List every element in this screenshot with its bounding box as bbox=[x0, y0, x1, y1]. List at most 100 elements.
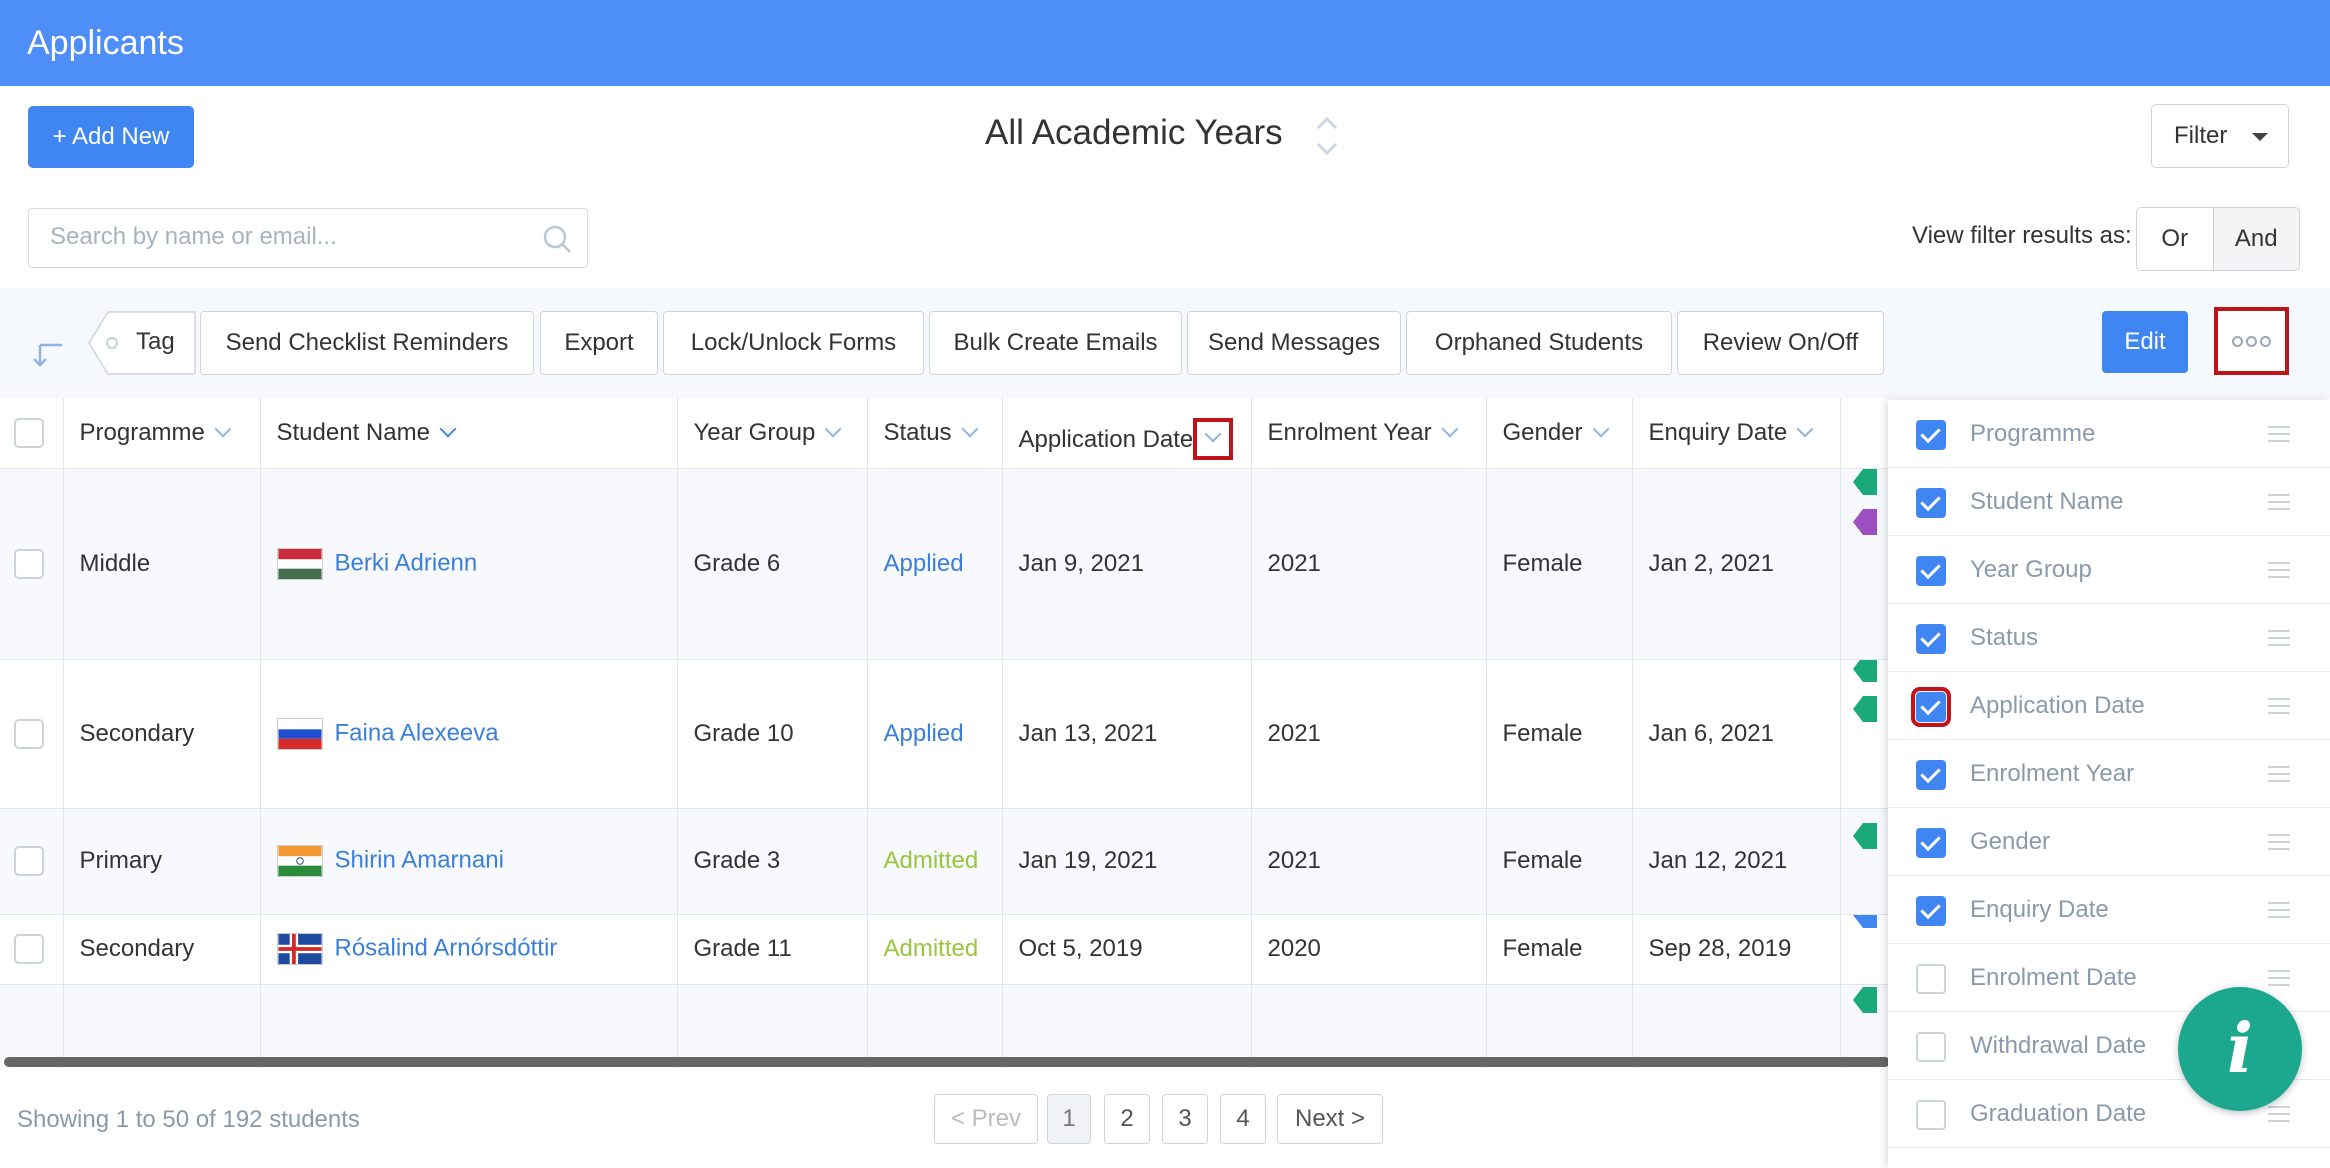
column-option-gender[interactable]: Gender bbox=[1888, 808, 2330, 876]
drag-handle-icon[interactable] bbox=[2268, 494, 2290, 510]
search-icon[interactable] bbox=[541, 223, 573, 255]
drag-handle-icon[interactable] bbox=[2268, 1106, 2290, 1122]
column-header-enrolment-year[interactable]: Enrolment Year bbox=[1251, 398, 1487, 468]
student-name-link[interactable]: Berki Adrienn bbox=[335, 549, 478, 576]
review-on-off-button[interactable]: Review On/Off bbox=[1677, 311, 1884, 375]
column-option-status[interactable]: Status bbox=[1888, 604, 2330, 672]
table-row[interactable]: Middle Berki Adrienn Grade 6 Applied Jan… bbox=[0, 468, 1890, 659]
edit-button[interactable]: Edit bbox=[2102, 311, 2188, 373]
search-input[interactable] bbox=[29, 209, 509, 265]
column-checkbox[interactable] bbox=[1916, 1100, 1946, 1130]
table-row[interactable]: Primary Shirin Amarnani Grade 3 Admitted… bbox=[0, 808, 1890, 914]
more-options-icon[interactable] bbox=[2214, 307, 2289, 375]
orphaned-students-button[interactable]: Orphaned Students bbox=[1406, 311, 1672, 375]
search-box bbox=[28, 208, 588, 268]
column-option-year-group[interactable]: Year Group bbox=[1888, 536, 2330, 604]
table-row[interactable]: Secondary Rósalind Arnórsdóttir Grade 11… bbox=[0, 914, 1890, 984]
drag-handle-icon[interactable] bbox=[2268, 970, 2290, 986]
column-checkbox[interactable] bbox=[1916, 420, 1946, 450]
drag-handle-icon[interactable] bbox=[2268, 834, 2290, 850]
row-checkbox[interactable] bbox=[14, 548, 44, 579]
drag-handle-icon[interactable] bbox=[2268, 902, 2290, 918]
bulk-create-emails-button[interactable]: Bulk Create Emails bbox=[929, 311, 1182, 375]
column-checkbox[interactable] bbox=[1916, 896, 1946, 926]
tag-marker-icon[interactable] bbox=[1852, 659, 1877, 682]
column-checkbox[interactable] bbox=[1916, 1032, 1946, 1062]
column-header-student-name[interactable]: Student Name bbox=[260, 398, 678, 468]
column-option-student-name[interactable]: Student Name bbox=[1888, 468, 2330, 536]
table-row[interactable] bbox=[0, 984, 1890, 1068]
drag-handle-icon[interactable] bbox=[2268, 766, 2290, 782]
chevron-down-icon[interactable] bbox=[214, 420, 232, 438]
select-all-checkbox[interactable] bbox=[14, 417, 44, 448]
tag-marker-icon[interactable] bbox=[1852, 508, 1877, 535]
tag-marker-icon[interactable] bbox=[1852, 914, 1877, 928]
row-select-cell bbox=[0, 659, 64, 808]
column-checkbox[interactable] bbox=[1916, 624, 1946, 654]
page-4-button[interactable]: 4 bbox=[1220, 1094, 1266, 1144]
add-new-button[interactable]: + Add New bbox=[28, 106, 194, 168]
tag-marker-icon[interactable] bbox=[1853, 808, 1877, 809]
column-checkbox[interactable] bbox=[1916, 828, 1946, 858]
academic-year-selector[interactable]: All Academic Years bbox=[985, 113, 1283, 153]
horizontal-scrollbar[interactable] bbox=[4, 1057, 1890, 1067]
export-button[interactable]: Export bbox=[540, 311, 658, 375]
column-header-gender[interactable]: Gender bbox=[1486, 398, 1633, 468]
send-checklist-reminders-button[interactable]: Send Checklist Reminders bbox=[200, 311, 534, 375]
column-checkbox[interactable] bbox=[1916, 556, 1946, 586]
row-checkbox[interactable] bbox=[14, 846, 44, 876]
chevron-down-icon[interactable] bbox=[824, 420, 842, 438]
drag-handle-icon[interactable] bbox=[2268, 698, 2290, 714]
column-header-status[interactable]: Status bbox=[867, 398, 1003, 468]
filter-and-option[interactable]: And bbox=[2213, 208, 2299, 270]
column-option-enrolment-year[interactable]: Enrolment Year bbox=[1888, 740, 2330, 808]
chevron-down-icon[interactable] bbox=[1796, 420, 1814, 438]
page-2-button[interactable]: 2 bbox=[1104, 1094, 1150, 1144]
tag-marker-icon[interactable] bbox=[1852, 986, 1877, 1013]
column-header-year-group[interactable]: Year Group bbox=[677, 398, 868, 468]
column-option-label: Application Date bbox=[1970, 692, 2145, 719]
column-option-programme[interactable]: Programme bbox=[1888, 400, 2330, 468]
chevron-down-icon[interactable] bbox=[1592, 420, 1610, 438]
prev-page-button[interactable]: < Prev bbox=[934, 1094, 1038, 1144]
tag-marker-icon[interactable] bbox=[1852, 468, 1877, 495]
student-name-link[interactable]: Rósalind Arnórsdóttir bbox=[335, 934, 558, 961]
column-header-application-date[interactable]: Application Date bbox=[1002, 398, 1252, 468]
highlighted-sort-toggle[interactable] bbox=[1193, 417, 1234, 460]
page-1-button[interactable]: 1 bbox=[1047, 1094, 1091, 1144]
column-checkbox[interactable] bbox=[1911, 687, 1951, 727]
student-name-cell: Rósalind Arnórsdóttir bbox=[260, 914, 678, 984]
column-option-application-date[interactable]: Application Date bbox=[1888, 672, 2330, 740]
drag-handle-icon[interactable] bbox=[2268, 426, 2290, 442]
filter-dropdown[interactable]: Filter bbox=[2151, 104, 2289, 168]
bulk-select-arrow-icon[interactable] bbox=[32, 339, 66, 369]
drag-handle-icon[interactable] bbox=[2268, 562, 2290, 578]
gender-cell: Female bbox=[1486, 659, 1633, 808]
chevron-down-icon[interactable] bbox=[1441, 420, 1459, 438]
filter-or-option[interactable]: Or bbox=[2137, 208, 2214, 270]
status-cell: Applied bbox=[867, 659, 1003, 808]
lock-unlock-forms-button[interactable]: Lock/Unlock Forms bbox=[663, 311, 924, 375]
tag-button[interactable]: Tag bbox=[88, 311, 196, 375]
next-page-button[interactable]: Next > bbox=[1277, 1094, 1383, 1144]
row-checkbox[interactable] bbox=[14, 718, 44, 749]
tag-marker-icon[interactable] bbox=[1852, 822, 1877, 849]
column-checkbox[interactable] bbox=[1916, 488, 1946, 518]
column-checkbox[interactable] bbox=[1916, 760, 1946, 790]
tag-marker-icon[interactable] bbox=[1852, 695, 1877, 722]
send-messages-button[interactable]: Send Messages bbox=[1187, 311, 1401, 375]
chevron-down-icon[interactable] bbox=[439, 420, 457, 438]
row-checkbox[interactable] bbox=[14, 934, 44, 964]
year-stepper-icon[interactable] bbox=[1314, 114, 1340, 158]
page-3-button[interactable]: 3 bbox=[1162, 1094, 1208, 1144]
drag-handle-icon[interactable] bbox=[2268, 630, 2290, 646]
chevron-down-icon[interactable] bbox=[961, 420, 979, 438]
column-checkbox[interactable] bbox=[1916, 964, 1946, 994]
table-row[interactable]: Secondary Faina Alexeeva Grade 10 Applie… bbox=[0, 659, 1890, 808]
info-icon[interactable]: i bbox=[2178, 987, 2302, 1111]
student-name-link[interactable]: Faina Alexeeva bbox=[335, 719, 499, 746]
column-header-programme[interactable]: Programme bbox=[63, 398, 261, 468]
column-header-enquiry-date[interactable]: Enquiry Date bbox=[1632, 398, 1841, 468]
student-name-link[interactable]: Shirin Amarnani bbox=[335, 846, 504, 873]
column-option-enquiry-date[interactable]: Enquiry Date bbox=[1888, 876, 2330, 944]
